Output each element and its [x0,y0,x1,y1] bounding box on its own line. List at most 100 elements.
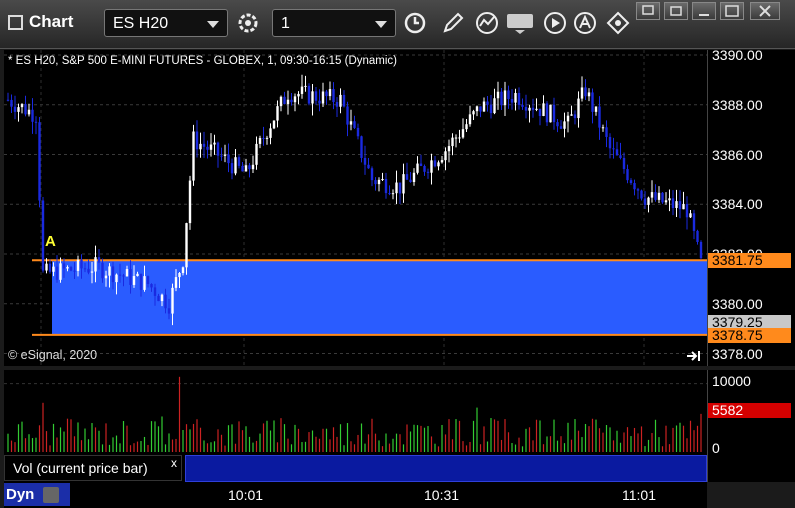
candle-body [164,294,167,309]
candle-body [650,192,654,198]
play-icon [544,12,566,34]
candle-body [451,137,454,147]
candle-body [699,241,703,259]
candle-body [580,87,584,99]
candle-body [55,266,59,280]
time-label-2: 10:31 [424,487,460,503]
interval-combobox[interactable]: 1 [272,9,396,37]
candle-body [531,107,535,110]
candle-body [307,85,311,104]
price-tick-label: 3388.00 [712,96,763,113]
candle-body [69,267,73,271]
candle-body [276,106,279,121]
candle-body [493,98,496,114]
volume-study-close[interactable]: x [171,456,177,470]
candle-body [227,154,230,164]
candle-body [279,96,283,107]
candle-body [97,257,101,263]
candle-body [251,164,255,170]
gear-icon [238,13,258,33]
candle-body [132,276,136,285]
candle-body [479,106,482,112]
study-icon [476,12,498,34]
candle-body [402,174,405,194]
candle-body [461,129,465,138]
maximize-button[interactable] [720,2,744,20]
candle-body [17,107,20,112]
close-window-button[interactable] [750,2,780,20]
price-chart[interactable] [4,50,707,366]
candle-body [510,98,514,103]
candle-body [199,143,202,150]
candle-body [661,192,664,203]
candle-body [13,106,17,112]
candle-body [52,266,55,272]
candle-body [87,268,90,273]
candle-body [143,276,146,290]
minimize-button[interactable] [692,2,716,20]
studies-button[interactable] [475,11,499,35]
candle-body [689,213,692,218]
dynamic-mode-button[interactable]: Dyn [4,483,70,506]
candle-body [486,101,489,105]
time-axis[interactable] [4,482,707,508]
candle-body [41,200,45,271]
candle-body [6,99,10,101]
candle-body [615,149,619,156]
candle-body [563,121,566,129]
candle-body [230,163,234,174]
price-tick-label: 3378.00 [712,345,763,362]
candle-body [146,276,150,285]
window-icon [8,14,23,30]
candle-body [636,189,640,191]
play-button[interactable] [543,11,567,35]
scroll-to-end-button[interactable] [686,349,702,367]
candle-body [150,284,153,288]
price-chart-panel[interactable] [4,50,707,366]
candle-body [34,121,38,123]
draw-tool-button[interactable] [441,11,465,35]
candle-body [489,104,493,114]
restore-window-button[interactable] [664,2,688,20]
symbol-combobox[interactable]: ES H20 [104,9,228,37]
price-tick-label: 3384.00 [712,196,763,213]
candle-body [304,85,307,87]
candle-body [696,230,699,242]
candle-body [62,263,66,269]
candle-body [419,163,423,167]
time-template-button[interactable] [403,11,427,35]
candle-body [458,137,461,139]
candle-body [542,103,545,117]
candle-body [552,104,556,123]
pin-window-button[interactable] [636,2,660,20]
settings-button[interactable] [236,11,260,35]
candle-body [202,143,206,147]
candle-body [454,137,458,139]
price-tick-label: 3386.00 [712,146,763,163]
link-button[interactable] [606,11,630,35]
candle-body [174,277,178,288]
candle-body [80,259,83,269]
candle-body [122,275,125,277]
candle-body [262,137,265,139]
alerts-button[interactable] [573,11,597,35]
candle-body [321,91,325,104]
candle-body [342,94,346,107]
volume-study-label[interactable]: Vol (current price bar) [4,455,182,481]
candle-body [10,99,13,107]
candle-body [66,267,69,269]
candle-body [332,89,335,103]
price-tick-label: 3390.00 [712,46,763,63]
candle-body [517,92,521,105]
get-data-button[interactable] [506,11,536,35]
candle-body [668,198,671,201]
candle-body [248,165,251,170]
maximize-icon [725,5,739,17]
candle-body [559,126,563,129]
candle-body [577,98,580,119]
candle-body [594,106,598,112]
candle-body [20,104,24,108]
candle-body [447,146,451,152]
candle-body [115,274,118,283]
price-zone [52,260,707,335]
